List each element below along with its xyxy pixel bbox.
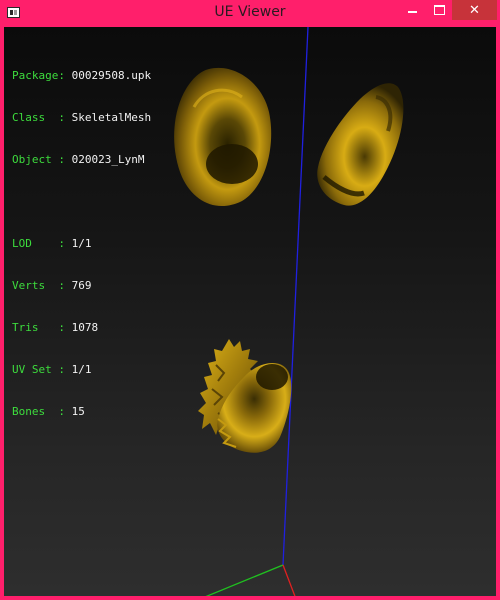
x-axis-line	[282, 564, 296, 596]
y-axis-line	[205, 564, 284, 596]
info-package: Package: 00029508.upk	[12, 69, 152, 82]
title-bar[interactable]: UE Viewer ✕	[0, 0, 500, 27]
info-object: Object : 020023_LynM	[12, 153, 145, 166]
info-uvset: UV Set : 1/1	[12, 363, 92, 376]
info-lod: LOD : 1/1	[12, 237, 92, 250]
mesh-info-panel: Package: 00029508.upk Class : SkeletalMe…	[12, 41, 151, 447]
3d-viewport[interactable]: Package: 00029508.upk Class : SkeletalMe…	[4, 27, 496, 596]
close-button[interactable]: ✕	[452, 0, 497, 20]
mesh-ear-left	[174, 67, 272, 207]
mesh-ear-right	[317, 83, 404, 206]
maximize-button[interactable]	[426, 0, 452, 20]
info-verts: Verts : 769	[12, 279, 92, 292]
minimize-button[interactable]	[398, 0, 426, 20]
close-icon: ✕	[469, 2, 480, 18]
info-class: Class : SkeletalMesh	[12, 111, 152, 124]
maximize-icon	[433, 5, 445, 15]
z-axis-line	[282, 27, 309, 566]
info-tris: Tris : 1078	[12, 321, 99, 334]
app-window: UE Viewer ✕ Package: 00029508.upk Class …	[0, 0, 500, 600]
info-bones: Bones : 15	[12, 405, 85, 418]
minimize-icon	[407, 11, 417, 13]
info-spacer	[12, 195, 151, 209]
